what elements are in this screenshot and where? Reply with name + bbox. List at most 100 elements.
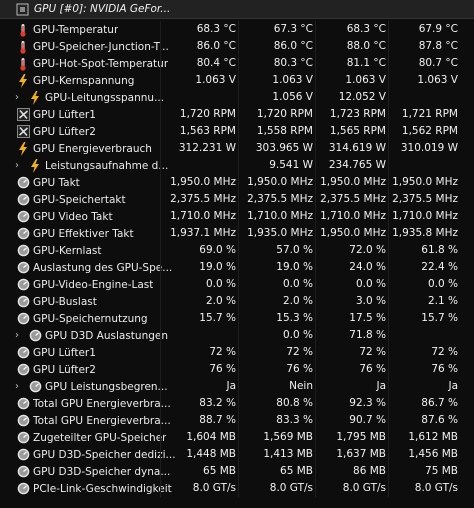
column-divider — [238, 242, 239, 259]
value-average: 22.4 % — [421, 261, 458, 273]
value-current: 2,375.5 MHz — [170, 193, 236, 205]
sensor-row[interactable]: Auslastung des GPU-Spe... 19.0 % 19.0 % 24.… — [0, 259, 474, 276]
column-divider — [388, 463, 389, 480]
value-current: 69.0 % — [199, 244, 236, 256]
column-divider — [160, 174, 161, 191]
column-divider — [388, 225, 389, 242]
column-divider — [160, 157, 161, 174]
column-divider — [160, 123, 161, 140]
value-maximum: 8.0 GT/s — [342, 482, 386, 494]
sensor-row[interactable]: Zugeteilter GPU-Speicher 1,604 MB 1,569 MB… — [0, 429, 474, 446]
sensor-row[interactable]: GPU D3D-Speicher dyna... 65 MB 65 MB 86 MB 7… — [0, 463, 474, 480]
sensor-row[interactable]: GPU Energieverbrauch 312.231 W 303.965 W 31… — [0, 140, 474, 157]
value-minimum: 65 MB — [280, 465, 313, 477]
sensor-row[interactable]: › GPU-Leitungsspannu... 1.056 V 12.052 V — [0, 89, 474, 106]
expand-chevron-icon[interactable]: › — [12, 330, 22, 341]
gauge-icon — [16, 278, 30, 292]
column-divider — [160, 378, 161, 395]
value-average: 86.7 % — [421, 397, 458, 409]
sensor-row[interactable]: GPU-Kernlast 69.0 % 57.0 % 72.0 % 61.8 % — [0, 242, 474, 259]
gauge-icon — [16, 295, 30, 309]
value-maximum: 86 MB — [353, 465, 386, 477]
column-divider — [388, 378, 389, 395]
value-maximum: 0.0 % — [355, 278, 386, 290]
lightning-icon — [28, 90, 42, 105]
column-divider — [238, 225, 239, 242]
value-average: 61.8 % — [421, 244, 458, 256]
value-minimum: 2,375.5 MHz — [247, 193, 313, 205]
value-current: Ja — [226, 380, 236, 392]
sensor-label: Zugeteilter GPU-Speicher — [33, 431, 167, 444]
sensor-row[interactable]: GPU Lüfter2 76 % 76 % 76 % 76 % — [0, 361, 474, 378]
value-current: 83.2 % — [199, 397, 236, 409]
sensor-row[interactable]: GPU-Speichernutzung 15.7 % 15.3 % 17.5 % 15.… — [0, 310, 474, 327]
column-divider — [238, 157, 239, 174]
value-maximum: 76 % — [359, 363, 386, 375]
value-current: 0.0 % — [205, 278, 236, 290]
sensor-row[interactable]: GPU-Temperatur 68.3 °C 67.3 °C 68.3 °C 67.9 … — [0, 21, 474, 38]
column-divider — [238, 55, 239, 72]
value-current: 19.0 % — [199, 261, 236, 273]
value-average: 1,456 MB — [408, 448, 458, 460]
sensor-row[interactable]: Total GPU Energieverbra... 88.7 % 83.3 % 90… — [0, 412, 474, 429]
column-divider — [388, 412, 389, 429]
sensor-row[interactable]: › Leistungsaufnahme d... 9.541 W 234.765 W — [0, 157, 474, 174]
sensor-label: GPU D3D-Speicher dedizi... — [33, 448, 176, 461]
gpu-group-header[interactable]: GPU [#0]: NVIDIA GeFor... — [0, 0, 474, 19]
column-divider — [388, 38, 389, 55]
column-divider — [388, 446, 389, 463]
expand-chevron-icon[interactable]: › — [12, 92, 22, 103]
value-average: 1.063 V — [417, 74, 458, 86]
sensor-row[interactable]: PCIe-Link-Geschwindigkeit 8.0 GT/s 8.0 GT/… — [0, 480, 474, 497]
value-maximum: 24.0 % — [349, 261, 386, 273]
fan-icon — [16, 108, 30, 122]
sensor-row[interactable]: › GPU D3D Auslastungen 0.0 % 71.8 % — [0, 327, 474, 344]
value-maximum: 1,723 RPM — [329, 108, 386, 120]
sensor-row[interactable]: GPU-Video-Engine-Last 0.0 % 0.0 % 0.0 % 0.0 … — [0, 276, 474, 293]
column-divider — [315, 259, 316, 276]
value-minimum: Nein — [289, 380, 313, 392]
sensor-label: Auslastung des GPU-Spe... — [33, 261, 173, 274]
value-average: 1,612 MB — [408, 431, 458, 443]
column-divider — [315, 310, 316, 327]
column-divider — [388, 242, 389, 259]
column-divider — [315, 191, 316, 208]
sensor-row[interactable]: › GPU Leistungsbegren... Ja Nein Ja Ja — [0, 378, 474, 395]
value-maximum: 72 % — [359, 346, 386, 358]
sensor-row[interactable]: GPU Takt 1,950.0 MHz 1,950.0 MHz 1,950.0 MH… — [0, 174, 474, 191]
sensor-row[interactable]: GPU Lüfter1 72 % 72 % 72 % 72 % — [0, 344, 474, 361]
sensor-row[interactable]: GPU-Speicher-Junction-T... 86.0 °C 86.0 °C… — [0, 38, 474, 55]
sensor-row[interactable]: GPU-Kernspannung 1.063 V 1.063 V 1.063 V 1.0… — [0, 72, 474, 89]
column-divider — [160, 191, 161, 208]
sensor-row[interactable]: GPU Lüfter2 1,563 RPM 1,558 RPM 1,565 RPM 1,… — [0, 123, 474, 140]
thermometer-icon — [16, 40, 30, 54]
column-divider — [238, 429, 239, 446]
sensor-label: GPU D3D Auslastungen — [45, 329, 169, 342]
sensor-row[interactable]: GPU Video Takt 1,710.0 MHz 1,710.0 MHz 1,71… — [0, 208, 474, 225]
column-divider — [315, 412, 316, 429]
column-divider — [315, 429, 316, 446]
sensor-row[interactable]: Total GPU Energieverbra... 83.2 % 80.8 % 92… — [0, 395, 474, 412]
value-average — [390, 157, 458, 174]
sensor-row[interactable]: GPU Lüfter1 1,720 RPM 1,720 RPM 1,723 RPM 1,… — [0, 106, 474, 123]
column-divider — [160, 480, 161, 497]
sensor-row[interactable]: GPU Effektiver Takt 1,937.1 MHz 1,935.0 MH… — [0, 225, 474, 242]
sensor-label: GPU Lüfter2 — [33, 363, 96, 376]
expand-chevron-icon[interactable]: › — [12, 160, 22, 171]
column-divider — [388, 293, 389, 310]
sensor-row[interactable]: GPU-Speichertakt 2,375.5 MHz 2,375.5 MHz 2,… — [0, 191, 474, 208]
value-average: 1,935.8 MHz — [392, 227, 458, 239]
value-current: 65 MB — [203, 465, 236, 477]
value-minimum: 1,935.0 MHz — [247, 227, 313, 239]
gauge-icon — [16, 414, 30, 428]
value-minimum: 1,710.0 MHz — [247, 210, 313, 222]
expand-chevron-icon[interactable]: › — [12, 381, 22, 392]
value-average: 1,562 RPM — [401, 125, 458, 137]
sensor-row[interactable]: GPU D3D-Speicher dedizi... 1,448 MB 1,413 … — [0, 446, 474, 463]
sensor-row[interactable]: GPU-Buslast 2.0 % 2.0 % 3.0 % 2.1 % — [0, 293, 474, 310]
value-average: 2.1 % — [427, 295, 458, 307]
value-average — [390, 89, 458, 106]
column-divider — [160, 89, 161, 106]
sensor-row[interactable]: GPU-Hot-Spot-Temperatur 80.4 °C 80.3 °C 81.… — [0, 55, 474, 72]
column-divider — [388, 480, 389, 497]
